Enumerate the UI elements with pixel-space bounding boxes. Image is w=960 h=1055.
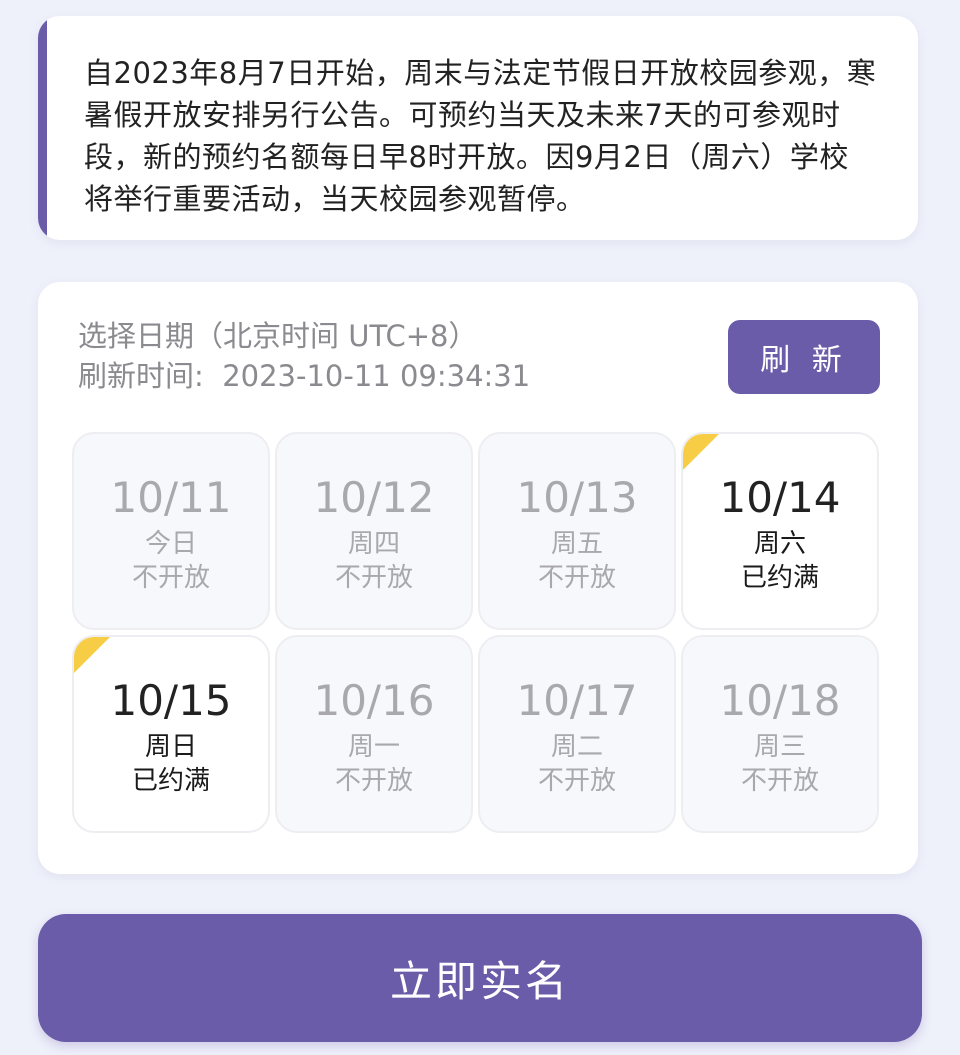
- day-date: 10/12: [313, 473, 435, 522]
- day-date: 10/18: [719, 676, 841, 725]
- day-cell[interactable]: 10/15 周日 已约满: [72, 635, 270, 833]
- day-status: 不开放: [537, 766, 616, 796]
- notice-text: 自2023年8月7日开始，周末与法定节假日开放校园参观，寒暑假开放安排另行公告。…: [84, 56, 877, 216]
- notice-card: 自2023年8月7日开始，周末与法定节假日开放校园参观，寒暑假开放安排另行公告。…: [38, 16, 918, 240]
- day-status: 不开放: [131, 563, 210, 593]
- day-weekday: 周二: [550, 732, 603, 762]
- day-status: 已约满: [131, 766, 210, 796]
- day-weekday: 周日: [144, 732, 197, 762]
- day-cell[interactable]: 10/16 周一 不开放: [275, 635, 473, 833]
- verify-identity-button[interactable]: 立即实名: [38, 914, 922, 1042]
- day-date: 10/14: [719, 473, 841, 522]
- select-date-label: 选择日期（北京时间 UTC+8）: [78, 319, 478, 353]
- refresh-time-label: 刷新时间: 2023-10-11 09:34:31: [78, 359, 531, 393]
- day-date: 10/15: [110, 676, 232, 725]
- day-cell[interactable]: 10/12 周四 不开放: [275, 432, 473, 630]
- day-weekday: 周五: [550, 529, 603, 559]
- day-date: 10/16: [313, 676, 435, 725]
- date-selection-panel: 选择日期（北京时间 UTC+8） 刷新时间: 2023-10-11 09:34:…: [38, 282, 918, 874]
- day-status: 不开放: [740, 766, 819, 796]
- notice-accent-bar: [38, 16, 47, 240]
- day-cell[interactable]: 10/17 周二 不开放: [478, 635, 676, 833]
- available-corner-tag: [74, 637, 110, 673]
- day-status: 不开放: [334, 766, 413, 796]
- day-weekday: 周一: [347, 732, 400, 762]
- day-cell[interactable]: 10/11 今日 不开放: [72, 432, 270, 630]
- day-date: 10/11: [110, 473, 232, 522]
- day-cell[interactable]: 10/14 周六 已约满: [681, 432, 879, 630]
- day-status: 已约满: [740, 563, 819, 593]
- day-weekday: 周六: [753, 529, 806, 559]
- refresh-button[interactable]: 刷 新: [728, 320, 880, 394]
- date-grid: 10/11 今日 不开放 10/12 周四 不开放 10/13 周五 不开放 1…: [72, 432, 882, 836]
- panel-header: 选择日期（北京时间 UTC+8） 刷新时间: 2023-10-11 09:34:…: [78, 316, 530, 396]
- day-weekday: 周四: [347, 529, 400, 559]
- day-date: 10/17: [516, 676, 638, 725]
- day-cell[interactable]: 10/18 周三 不开放: [681, 635, 879, 833]
- day-weekday: 今日: [144, 529, 197, 559]
- day-status: 不开放: [537, 563, 616, 593]
- day-status: 不开放: [334, 563, 413, 593]
- available-corner-tag: [683, 434, 719, 470]
- day-date: 10/13: [516, 473, 638, 522]
- day-cell[interactable]: 10/13 周五 不开放: [478, 432, 676, 630]
- day-weekday: 周三: [753, 732, 806, 762]
